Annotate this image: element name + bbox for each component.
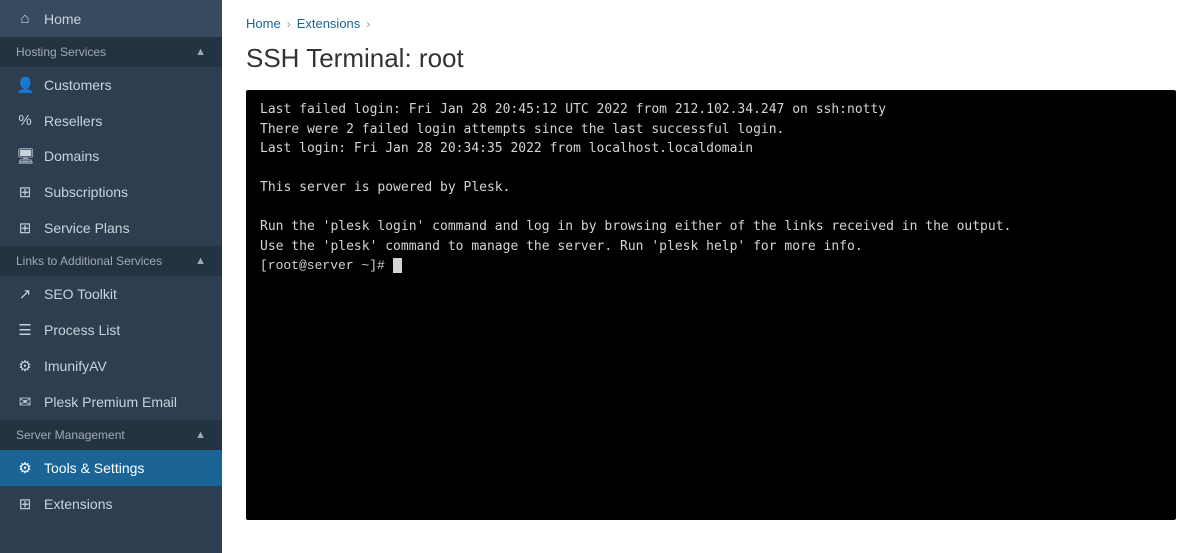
subscriptions-icon: ⊞ bbox=[16, 183, 34, 201]
sidebar-section-server-management[interactable]: Server Management ▲ bbox=[0, 420, 222, 450]
server-management-label: Server Management bbox=[16, 428, 125, 442]
breadcrumb-extensions[interactable]: Extensions bbox=[297, 16, 361, 31]
sidebar-item-resellers[interactable]: % Resellers bbox=[0, 103, 222, 138]
extensions-icon: ⊞ bbox=[16, 495, 34, 513]
sidebar-section-hosting[interactable]: Hosting Services ▲ bbox=[0, 37, 222, 67]
terminal-output: Last failed login: Fri Jan 28 20:45:12 U… bbox=[260, 100, 1162, 256]
sidebar-section-additional[interactable]: Links to Additional Services ▲ bbox=[0, 246, 222, 276]
breadcrumb-sep-1: › bbox=[287, 17, 291, 31]
terminal-wrapper: Last failed login: Fri Jan 28 20:45:12 U… bbox=[246, 90, 1176, 520]
customers-icon: 👤 bbox=[16, 76, 34, 94]
hosting-section-label: Hosting Services bbox=[16, 45, 106, 59]
chevron-up-icon: ▲ bbox=[195, 46, 206, 58]
sidebar-item-subscriptions[interactable]: ⊞ Subscriptions bbox=[0, 174, 222, 210]
terminal[interactable]: Last failed login: Fri Jan 28 20:45:12 U… bbox=[246, 90, 1176, 520]
sidebar-item-domains[interactable]: 🖥 Domains bbox=[0, 138, 222, 174]
sidebar-item-customers[interactable]: 👤 Customers bbox=[0, 67, 222, 103]
chevron-up-icon-3: ▲ bbox=[195, 429, 206, 441]
seo-toolkit-icon: ↗ bbox=[16, 285, 34, 303]
resellers-icon: % bbox=[16, 112, 34, 129]
plesk-email-icon: ✉ bbox=[16, 393, 34, 411]
content-area: Home › Extensions › SSH Terminal: root L… bbox=[222, 0, 1200, 553]
home-icon: ⌂ bbox=[16, 10, 34, 27]
sidebar-item-imunifyav[interactable]: ⚙ ImunifyAV bbox=[0, 348, 222, 384]
breadcrumb: Home › Extensions › bbox=[246, 16, 1176, 31]
page-title: SSH Terminal: root bbox=[246, 43, 1176, 74]
terminal-prompt: [root@server ~]# bbox=[260, 258, 393, 273]
main-content: Home › Extensions › SSH Terminal: root L… bbox=[222, 0, 1200, 553]
sidebar-item-tools-settings[interactable]: ⚙ Tools & Settings bbox=[0, 450, 222, 486]
sidebar-item-process-list[interactable]: ☰ Process List bbox=[0, 312, 222, 348]
sidebar-item-service-plans[interactable]: ⊞ Service Plans bbox=[0, 210, 222, 246]
service-plans-icon: ⊞ bbox=[16, 219, 34, 237]
sidebar-item-home[interactable]: ⌂ Home bbox=[0, 0, 222, 37]
imunifyav-icon: ⚙ bbox=[16, 357, 34, 375]
sidebar-item-extensions[interactable]: ⊞ Extensions bbox=[0, 486, 222, 522]
terminal-cursor bbox=[393, 258, 402, 273]
sidebar: ⌂ Home Hosting Services ▲ 👤 Customers % … bbox=[0, 0, 222, 553]
chevron-up-icon-2: ▲ bbox=[195, 255, 206, 267]
process-list-icon: ☰ bbox=[16, 321, 34, 339]
additional-section-label: Links to Additional Services bbox=[16, 254, 162, 268]
sidebar-item-seo-toolkit[interactable]: ↗ SEO Toolkit bbox=[0, 276, 222, 312]
breadcrumb-home[interactable]: Home bbox=[246, 16, 281, 31]
tools-settings-icon: ⚙ bbox=[16, 459, 34, 477]
domains-icon: 🖥 bbox=[16, 147, 34, 165]
sidebar-home-label: Home bbox=[44, 11, 81, 27]
breadcrumb-sep-2: › bbox=[366, 17, 370, 31]
sidebar-item-plesk-premium-email[interactable]: ✉ Plesk Premium Email bbox=[0, 384, 222, 420]
